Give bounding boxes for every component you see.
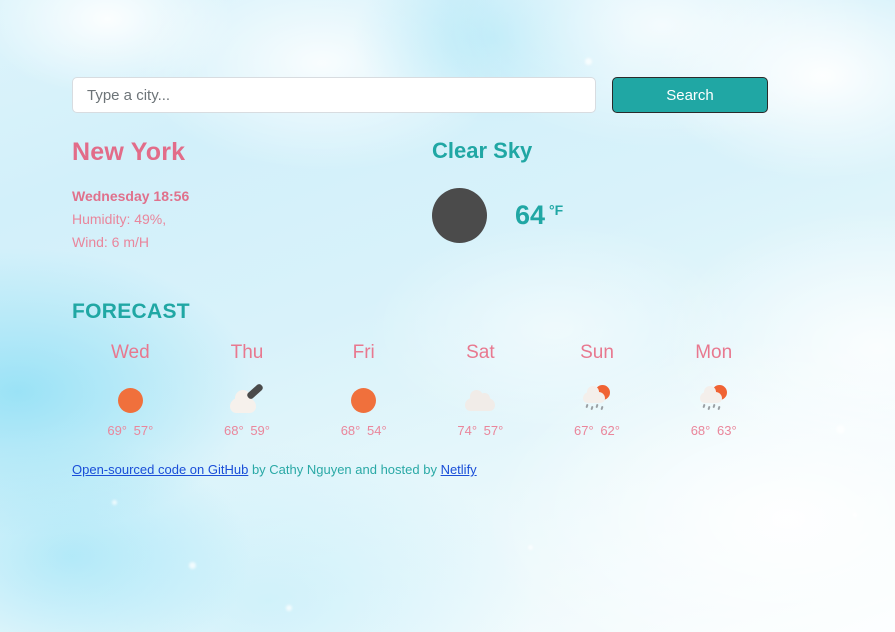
forecast-temp-max: 68° (224, 423, 244, 438)
forecast-day: Sun 67° 62° (539, 342, 656, 438)
forecast-day-icon-wrap (422, 377, 539, 423)
forecast-day-label: Sat (466, 342, 495, 363)
forecast-section: FORECAST Wed 69° 57° Thu 68° 59° Fri 68°… (72, 300, 772, 438)
cloud-icon (465, 389, 496, 411)
forecast-day: Sat 74° 57° (422, 342, 539, 438)
temperature-row: 64 °F (432, 188, 732, 243)
broken-image-icon (230, 382, 265, 413)
forecast-temp-max: 74° (457, 423, 478, 438)
forecast-days: Wed 69° 57° Thu 68° 59° Fri 68° 54° Sat … (72, 342, 772, 438)
sun-icon (117, 387, 143, 413)
forecast-day-label: Fri (352, 342, 375, 363)
broken-image-icon (432, 188, 487, 243)
forecast-temp-min: 57° (483, 423, 504, 438)
forecast-day-temps: 68° 63° (655, 423, 772, 438)
forecast-temp-min: 59° (250, 423, 270, 438)
forecast-day: Fri 68° 54° (305, 342, 422, 438)
forecast-temp-max: 68° (340, 423, 361, 438)
forecast-day-temps: 67° 62° (539, 423, 656, 438)
footer-text: by Cathy Nguyen and hosted by (248, 462, 441, 477)
sun-rain-icon (699, 385, 729, 415)
sun-rain-icon (582, 385, 612, 415)
forecast-temp-min: 57° (133, 423, 154, 438)
current-temperature: 64 °F (515, 202, 563, 229)
forecast-day-label: Thu (230, 342, 264, 363)
search-input[interactable] (72, 77, 596, 113)
forecast-day-icon-wrap (189, 377, 306, 423)
forecast-title: FORECAST (72, 300, 190, 323)
forecast-day-icon-wrap (72, 377, 189, 423)
forecast-day-temps: 68° 59° (189, 423, 306, 438)
forecast-day-temps: 68° 54° (305, 423, 422, 438)
city-name: New York (72, 138, 186, 166)
forecast-temp-max: 67° (574, 423, 594, 438)
search-button[interactable]: Search (612, 77, 768, 113)
forecast-day: Thu 68° 59° (189, 342, 306, 438)
wind-value: Wind: 6 m/H (72, 234, 150, 250)
forecast-temp-min: 63° (717, 423, 737, 438)
current-weather-summary: Clear Sky 64 °F (432, 138, 732, 243)
forecast-temp-min: 54° (366, 423, 387, 438)
forecast-day-icon-wrap (305, 377, 422, 423)
forecast-day-icon-wrap (655, 377, 772, 423)
current-temperature-value: 64 (515, 200, 546, 230)
search-row: Search (72, 77, 768, 113)
current-datetime: Wednesday 18:56 (72, 188, 190, 204)
footer: Open-sourced code on GitHub by Cathy Ngu… (72, 462, 477, 477)
sun-icon (351, 387, 377, 413)
forecast-day-temps: 74° 57° (422, 423, 539, 438)
temperature-unit: °F (549, 202, 564, 218)
forecast-day: Mon 68° 63° (655, 342, 772, 438)
humidity-value: Humidity: 49%, (72, 211, 167, 227)
forecast-day-icon-wrap (539, 377, 656, 423)
forecast-day-label: Mon (695, 342, 733, 363)
forecast-day-temps: 69° 57° (72, 423, 189, 438)
current-weather-details: New York Wednesday 18:56 Humidity: 49%, … (72, 138, 402, 250)
weather-condition: Clear Sky (432, 138, 533, 163)
netlify-link[interactable]: Netlify (441, 462, 477, 477)
github-link[interactable]: Open-sourced code on GitHub (72, 462, 248, 477)
forecast-temp-min: 62° (600, 423, 620, 438)
forecast-day: Wed 69° 57° (72, 342, 189, 438)
forecast-temp-max: 68° (690, 423, 711, 438)
forecast-temp-max: 69° (107, 423, 128, 438)
forecast-day-label: Wed (110, 342, 150, 363)
forecast-day-label: Sun (580, 342, 614, 363)
